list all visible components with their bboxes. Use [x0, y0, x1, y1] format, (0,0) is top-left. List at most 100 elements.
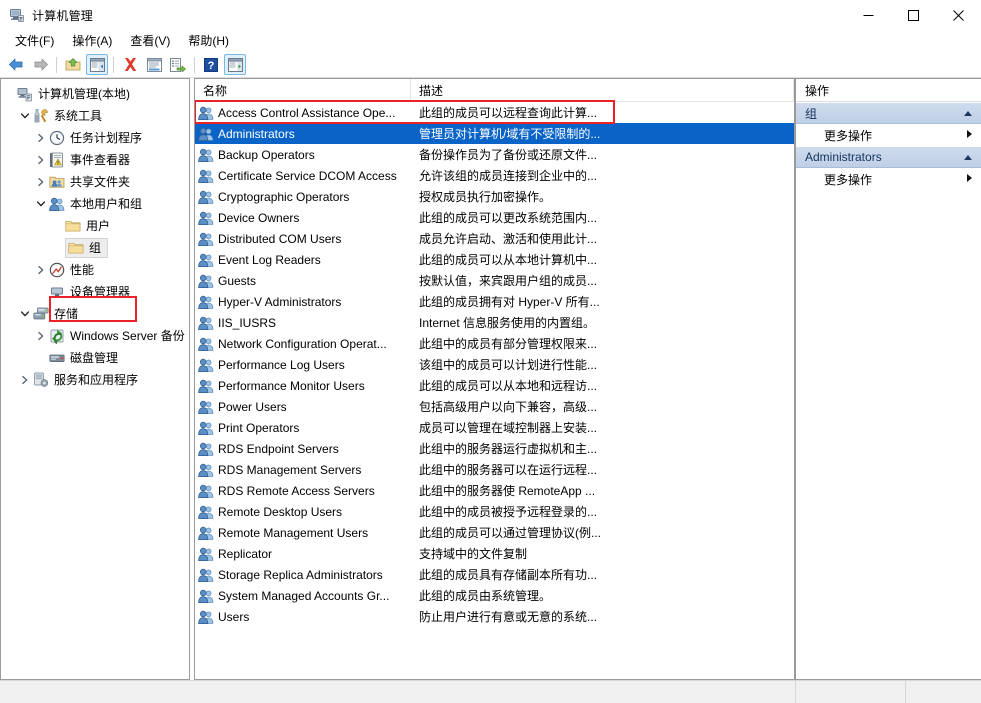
table-row[interactable]: Remote Management Users 此组的成员可以通过管理协议(例..…: [195, 522, 794, 543]
chevron-right-icon[interactable]: [33, 259, 49, 281]
actions-section-groups[interactable]: 组: [796, 102, 981, 124]
chevron-right-icon[interactable]: [33, 127, 49, 149]
menu-view[interactable]: 查看(V): [121, 31, 179, 51]
more-actions-administrators[interactable]: 更多操作: [796, 168, 981, 190]
table-row[interactable]: RDS Endpoint Servers 此组中的服务器运行虚拟机和主...: [195, 438, 794, 459]
more-actions-groups[interactable]: 更多操作: [796, 124, 981, 146]
caret-up-icon[interactable]: [963, 106, 973, 120]
tree-node-11[interactable]: Windows Server 备份: [1, 325, 189, 347]
chevron-down-icon[interactable]: [17, 105, 33, 127]
menu-action[interactable]: 操作(A): [63, 31, 121, 51]
chevron-right-icon[interactable]: [33, 171, 49, 193]
tree-node-label: 设备管理器: [70, 285, 131, 299]
show-hide-console-tree-icon[interactable]: [86, 54, 108, 75]
row-name-cell: Remote Management Users: [195, 525, 411, 541]
chevron-right-icon[interactable]: [33, 149, 49, 171]
tree-node-4[interactable]: 共享文件夹: [1, 171, 189, 193]
menu-help[interactable]: 帮助(H): [179, 31, 238, 51]
up-folder-icon[interactable]: [62, 54, 84, 75]
table-row[interactable]: Access Control Assistance Ope... 此组的成员可以远…: [195, 102, 794, 123]
actions-section-administrators[interactable]: Administrators: [796, 146, 981, 168]
status-text: [0, 681, 796, 703]
group-icon: [198, 441, 214, 457]
tree-node-13[interactable]: 服务和应用程序: [1, 369, 189, 391]
group-description: 成员可以管理在域控制器上安装...: [419, 421, 598, 435]
table-row[interactable]: RDS Management Servers 此组中的服务器可以在运行远程...: [195, 459, 794, 480]
group-description: 包括高级用户以向下兼容，高级...: [419, 400, 598, 414]
tree-node-10[interactable]: 存储: [1, 303, 189, 325]
table-row[interactable]: Event Log Readers 此组的成员可以从本地计算机中...: [195, 249, 794, 270]
table-row[interactable]: RDS Remote Access Servers 此组中的服务器使 Remote…: [195, 480, 794, 501]
tree-node-7[interactable]: 组: [1, 237, 189, 259]
table-row[interactable]: Cryptographic Operators 授权成员执行加密操作。: [195, 186, 794, 207]
chevron-right-icon[interactable]: [17, 369, 33, 391]
table-row[interactable]: Hyper-V Administrators 此组的成员拥有对 Hyper-V 所…: [195, 291, 794, 312]
table-row[interactable]: IIS_IUSRS Internet 信息服务使用的内置组。: [195, 312, 794, 333]
main-content: 计算机管理(本地) 系统工具 任务计划程序 事件查看器 共享文件夹 本地用户和组 用户组性能…: [0, 78, 981, 680]
group-description: 该组中的成员可以计划进行性能...: [419, 358, 598, 372]
tree-node-0[interactable]: 计算机管理(本地): [1, 83, 189, 105]
tree-node-label: 服务和应用程序: [54, 373, 139, 387]
table-row[interactable]: Performance Log Users 该组中的成员可以计划进行性能...: [195, 354, 794, 375]
table-row[interactable]: Device Owners 此组的成员可以更改系统范围内...: [195, 207, 794, 228]
tree-node-content: Windows Server 备份: [49, 328, 185, 344]
tree-node-9[interactable]: 设备管理器: [1, 281, 189, 303]
group-name: RDS Management Servers: [218, 462, 362, 477]
tree-node-2[interactable]: 任务计划程序: [1, 127, 189, 149]
group-name: IIS_IUSRS: [218, 315, 277, 330]
table-row[interactable]: Certificate Service DCOM Access 允许该组的成员连接…: [195, 165, 794, 186]
tree-node-12[interactable]: 磁盘管理: [1, 347, 189, 369]
close-button[interactable]: [936, 0, 981, 30]
maximize-button[interactable]: [891, 0, 936, 30]
row-name-cell: Administrators: [195, 126, 411, 142]
table-row[interactable]: Power Users 包括高级用户以向下兼容，高级...: [195, 396, 794, 417]
shared-folders-icon: [49, 174, 65, 190]
tree-node-1[interactable]: 系统工具: [1, 105, 189, 127]
column-header-name[interactable]: 名称: [195, 79, 411, 101]
chevron-right-icon[interactable]: [33, 325, 49, 347]
forward-arrow-icon[interactable]: [29, 54, 51, 75]
column-header-description[interactable]: 描述: [411, 79, 794, 101]
group-description: 此组的成员可以更改系统范围内...: [419, 211, 598, 225]
table-row[interactable]: Administrators 管理员对计算机/域有不受限制的...: [195, 123, 794, 144]
chevron-down-icon[interactable]: [17, 303, 33, 325]
table-row[interactable]: Print Operators 成员可以管理在域控制器上安装...: [195, 417, 794, 438]
menu-file[interactable]: 文件(F): [6, 31, 63, 51]
tree-node-8[interactable]: 性能: [1, 259, 189, 281]
export-list-icon[interactable]: [167, 54, 189, 75]
table-row[interactable]: Replicator 支持域中的文件复制: [195, 543, 794, 564]
back-arrow-icon[interactable]: [5, 54, 27, 75]
group-description: 允许该组的成员连接到企业中的...: [419, 169, 598, 183]
minimize-button[interactable]: [846, 0, 891, 30]
tree-node-6[interactable]: 用户: [1, 215, 189, 237]
properties-icon[interactable]: [143, 54, 165, 75]
table-row[interactable]: Performance Monitor Users 此组的成员可以从本地和远程访.…: [195, 375, 794, 396]
caret-up-icon[interactable]: [963, 150, 973, 164]
table-row[interactable]: Network Configuration Operat... 此组中的成员有部分…: [195, 333, 794, 354]
table-row[interactable]: Distributed COM Users 成员允许启动、激活和使用此计...: [195, 228, 794, 249]
table-row[interactable]: Remote Desktop Users 此组中的成员被授予远程登录的...: [195, 501, 794, 522]
chevron-down-icon[interactable]: [33, 193, 49, 215]
performance-icon: [49, 262, 65, 278]
table-row[interactable]: Guests 按默认值，来宾跟用户组的成员...: [195, 270, 794, 291]
tree-node-3[interactable]: 事件查看器: [1, 149, 189, 171]
row-name-cell: Event Log Readers: [195, 252, 411, 268]
table-row[interactable]: Backup Operators 备份操作员为了备份或还原文件...: [195, 144, 794, 165]
delete-red-x-icon[interactable]: [119, 54, 141, 75]
show-hide-action-pane-icon[interactable]: [224, 54, 246, 75]
help-question-icon[interactable]: ?: [200, 54, 222, 75]
group-name: System Managed Accounts Gr...: [218, 588, 390, 603]
table-row[interactable]: System Managed Accounts Gr... 此组的成员由系统管理。: [195, 585, 794, 606]
tree-node-content: 设备管理器: [49, 284, 130, 300]
table-row[interactable]: Storage Replica Administrators 此组的成员具有存储副…: [195, 564, 794, 585]
row-name-cell: Remote Desktop Users: [195, 504, 411, 520]
group-description: 防止用户进行有意或无意的系统...: [419, 610, 598, 624]
tree-node-5[interactable]: 本地用户和组: [1, 193, 189, 215]
table-row[interactable]: Users 防止用户进行有意或无意的系统...: [195, 606, 794, 627]
tree-node-content: 共享文件夹: [49, 174, 130, 190]
group-description: 此组中的成员有部分管理权限来...: [419, 337, 598, 351]
